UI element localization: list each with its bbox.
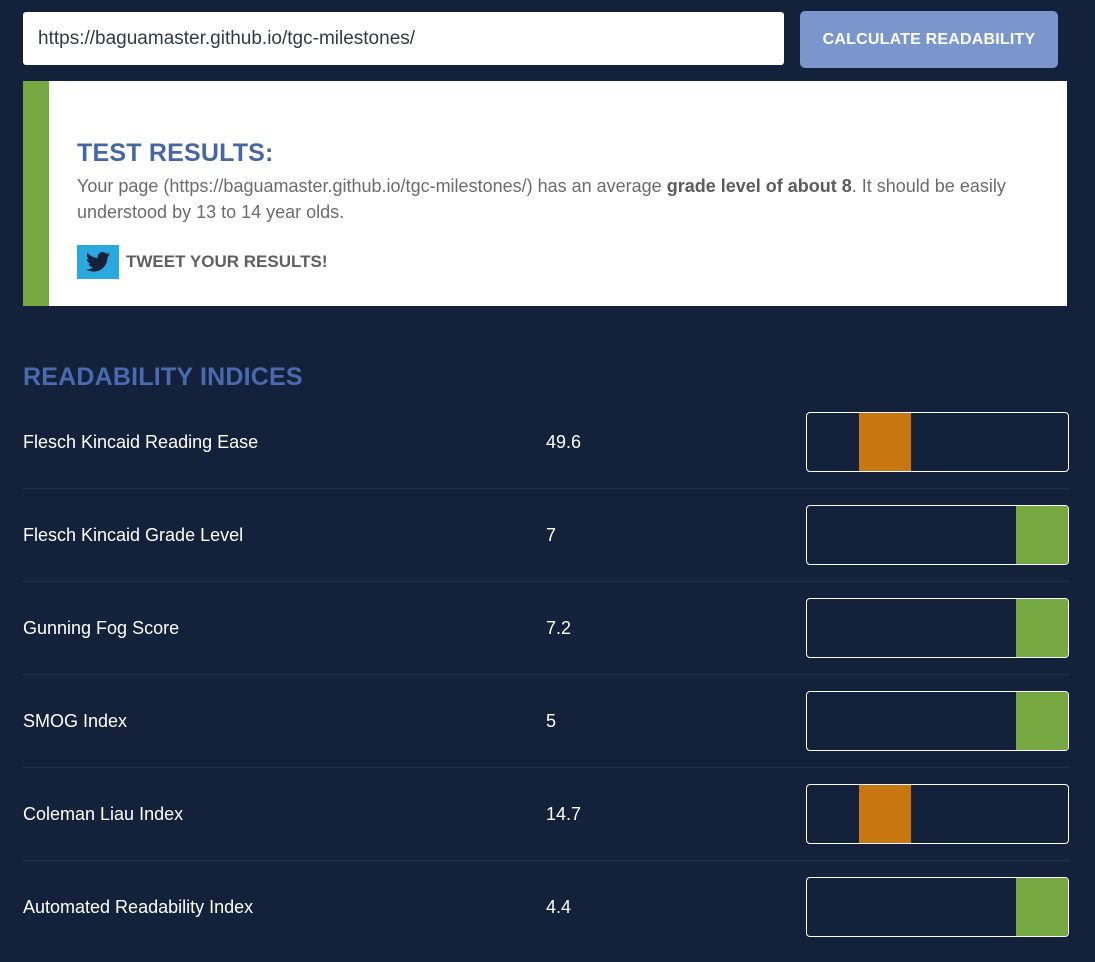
index-row: Flesch Kincaid Grade Level 7 xyxy=(23,489,1069,582)
index-name: SMOG Index xyxy=(23,711,128,731)
index-value: 5 xyxy=(546,711,557,731)
tweet-results-button[interactable]: TWEET YOUR RESULTS! xyxy=(77,245,328,279)
results-text-before: Your page (https://baguamaster.github.io… xyxy=(77,176,667,196)
readability-indices-title: READABILITY INDICES xyxy=(23,363,303,391)
index-name: Flesch Kincaid Reading Ease xyxy=(23,432,259,452)
readability-page: CALCULATE READABILITY TEST RESULTS: Your… xyxy=(0,0,1095,962)
index-row: Automated Readability Index 4.4 xyxy=(23,861,1069,954)
calculate-readability-button[interactable]: CALCULATE READABILITY xyxy=(800,11,1058,68)
index-gauge xyxy=(806,598,1069,658)
index-value: 14.7 xyxy=(546,804,582,824)
index-name: Flesch Kincaid Grade Level xyxy=(23,525,244,545)
test-results-card: TEST RESULTS: Your page (https://baguama… xyxy=(23,81,1067,306)
gauge-fill xyxy=(1016,878,1068,936)
index-value: 7 xyxy=(546,525,557,545)
index-row: SMOG Index 5 xyxy=(23,675,1069,768)
index-gauge xyxy=(806,412,1069,472)
readability-indices-list: Flesch Kincaid Reading Ease 49.6 Flesch … xyxy=(23,396,1069,954)
gauge-fill xyxy=(859,413,911,471)
index-row: Flesch Kincaid Reading Ease 49.6 xyxy=(23,396,1069,489)
gauge-fill xyxy=(859,785,911,843)
gauge-fill xyxy=(1016,599,1068,657)
gauge-fill xyxy=(1016,506,1068,564)
index-gauge xyxy=(806,691,1069,751)
twitter-icon xyxy=(77,245,119,279)
gauge-fill xyxy=(1016,692,1068,750)
results-accent-bar xyxy=(23,81,49,306)
index-name: Automated Readability Index xyxy=(23,897,254,917)
index-gauge xyxy=(806,784,1069,844)
results-grade-level: grade level of about 8 xyxy=(666,176,852,196)
index-value: 49.6 xyxy=(546,432,582,452)
url-input[interactable] xyxy=(23,12,784,65)
index-name: Gunning Fog Score xyxy=(23,618,180,638)
tweet-results-label: TWEET YOUR RESULTS! xyxy=(126,252,328,271)
index-row: Coleman Liau Index 14.7 xyxy=(23,768,1069,861)
index-value: 4.4 xyxy=(546,897,572,917)
results-summary: Your page (https://baguamaster.github.io… xyxy=(77,173,1027,225)
index-gauge xyxy=(806,505,1069,565)
results-title: TEST RESULTS: xyxy=(77,139,274,167)
index-name: Coleman Liau Index xyxy=(23,804,184,824)
index-value: 7.2 xyxy=(546,618,572,638)
index-gauge xyxy=(806,877,1069,937)
index-row: Gunning Fog Score 7.2 xyxy=(23,582,1069,675)
